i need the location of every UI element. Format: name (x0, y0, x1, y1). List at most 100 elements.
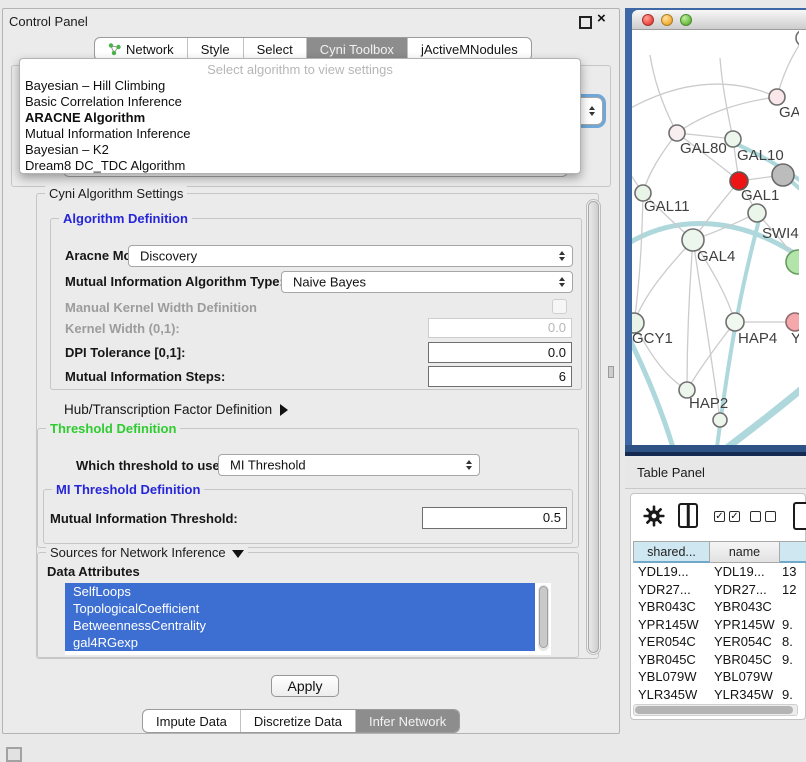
attribute-item-gal4rgexp[interactable]: gal4RGexp (65, 634, 535, 651)
node-gal10[interactable] (725, 131, 741, 147)
node-swi4[interactable] (748, 204, 766, 222)
mi-type-value: Naive Bayes (293, 275, 366, 290)
table-scrollbar-thumb[interactable] (635, 706, 793, 714)
dropdown-item-mutual-information[interactable]: Mutual Information Inference (20, 126, 580, 142)
table-row[interactable]: YDR27... YDR27... 12 (631, 581, 805, 599)
column-layout-icon[interactable] (678, 503, 698, 528)
settings-scrollbar-thumb[interactable] (588, 201, 599, 653)
hub-section-label: Hub/Transcription Factor Definition (64, 402, 272, 417)
attribute-item-betweennesscentrality[interactable]: BetweennessCentrality (65, 617, 535, 634)
checked-checkbox-icon[interactable]: ✓ (729, 511, 740, 522)
edge (643, 133, 677, 193)
node-partial-top[interactable] (796, 30, 799, 46)
table-row[interactable]: YBL079W YBL079W (631, 668, 805, 686)
node-pink[interactable] (786, 313, 799, 331)
settings-scrollbar[interactable] (586, 199, 601, 655)
node-label: GAL (779, 104, 799, 121)
mi-type-combobox[interactable]: Naive Bayes (281, 271, 573, 293)
dpi-tolerance-field[interactable]: 0.0 (428, 342, 572, 363)
cell-shared: YER054C (638, 634, 708, 649)
cell-name: YBR045C (714, 652, 778, 667)
tab-infer-network[interactable]: Infer Network (355, 710, 459, 732)
kernel-width-field[interactable]: 0.0 (428, 318, 572, 338)
document-icon[interactable] (793, 502, 806, 530)
table-row[interactable]: YER054C YER054C 8. (631, 633, 805, 651)
tab-network[interactable]: Network (95, 38, 187, 60)
column-header-name[interactable]: name (710, 541, 780, 563)
close-icon[interactable]: × (597, 10, 606, 27)
collapsed-panel-icon[interactable] (6, 747, 22, 762)
dropdown-item-basic-correlation[interactable]: Basic Correlation Inference (20, 94, 580, 110)
tab-label: Cyni Toolbox (320, 42, 394, 57)
node-label: GAL10 (737, 147, 784, 164)
mi-threshold-field[interactable]: 0.5 (422, 507, 567, 529)
panel-splitter-grip[interactable] (608, 366, 614, 378)
network-frame-shadow (625, 452, 806, 456)
minimize-traffic-light-icon[interactable] (661, 14, 673, 26)
attributes-scrollbar-thumb[interactable] (539, 586, 548, 648)
gear-icon[interactable] (643, 505, 665, 527)
column-header-extra[interactable] (780, 541, 806, 563)
dropdown-item-bayesian-hill-climbing[interactable]: Bayesian – Hill Climbing (20, 78, 580, 94)
attribute-item-selfloops[interactable]: SelfLoops (65, 583, 535, 600)
tab-label: Impute Data (156, 714, 227, 729)
table-row[interactable]: YBR045C YBR045C 9. (631, 651, 805, 669)
dropdown-item-aracne[interactable]: ARACNE Algorithm (20, 110, 580, 126)
mi-steps-field[interactable]: 6 (428, 366, 572, 387)
tab-select[interactable]: Select (243, 38, 306, 60)
kernel-width-label: Kernel Width (0,1): (65, 321, 180, 336)
unchecked-checkbox-icon[interactable] (750, 511, 761, 522)
tab-discretize-data[interactable]: Discretize Data (240, 710, 355, 732)
sources-group: Sources for Network Inference Data Attri… (37, 552, 579, 658)
collapse-down-icon (232, 550, 244, 558)
node-partial-bottom[interactable] (713, 413, 727, 427)
tab-label: Discretize Data (254, 714, 342, 729)
table-row[interactable]: YDL19... YDL19... 13 (631, 563, 805, 581)
network-window-titlebar[interactable] (632, 10, 806, 30)
node-gray[interactable] (772, 164, 794, 186)
tab-impute-data[interactable]: Impute Data (143, 710, 240, 732)
table-horizontal-scrollbar[interactable] (633, 704, 798, 716)
which-threshold-combobox[interactable]: MI Threshold (218, 454, 480, 476)
float-window-icon[interactable] (579, 16, 592, 29)
node-green-large[interactable] (786, 250, 799, 274)
aracne-mode-combobox[interactable]: Discovery (128, 245, 573, 267)
tab-cyni-toolbox[interactable]: Cyni Toolbox (306, 38, 407, 60)
checked-checkbox-icon[interactable]: ✓ (714, 511, 725, 522)
cell-name: YDR27... (714, 582, 778, 597)
unchecked-checkbox-icon[interactable] (765, 511, 776, 522)
node-gal2[interactable] (769, 89, 785, 105)
threshold-definition-title: Threshold Definition (46, 421, 180, 436)
manual-kernel-checkbox[interactable] (552, 299, 567, 314)
edge (687, 240, 693, 390)
node-gal80[interactable] (669, 125, 685, 141)
column-header-shared[interactable]: shared... (633, 541, 710, 563)
cyni-algorithm-settings-group: Cyni Algorithm Settings Algorithm Defini… (36, 193, 599, 659)
algorithm-definition-group: Algorithm Definition Aracne Mode: Discov… (50, 218, 582, 390)
table-row[interactable]: YBR043C YBR043C (631, 598, 805, 616)
hub-section-toggle[interactable]: Hub/Transcription Factor Definition (64, 402, 288, 417)
close-traffic-light-icon[interactable] (642, 14, 654, 26)
tab-jactivemnodules[interactable]: jActiveMNodules (407, 38, 531, 60)
attribute-item-topologicalcoefficient[interactable]: TopologicalCoefficient (65, 600, 535, 617)
sources-title[interactable]: Sources for Network Inference (46, 545, 248, 560)
data-attributes-list: SelfLoops TopologicalCoefficient Between… (65, 583, 551, 655)
cell-shared: YDR27... (638, 582, 708, 597)
attributes-scrollbar[interactable] (538, 585, 549, 651)
cell-shared: YBR045C (638, 652, 708, 667)
tab-label: Style (201, 42, 230, 57)
cell-shared: YDL19... (638, 564, 708, 579)
bottom-tabs: Impute Data Discretize Data Infer Networ… (142, 709, 460, 733)
table-row[interactable]: YLR345W YLR345W 9. (631, 686, 805, 704)
tab-style[interactable]: Style (187, 38, 243, 60)
network-canvas[interactable]: GAL GAL80 GAL10 GAL1 GAL11 SWI4 GAL4 GCY… (632, 30, 799, 445)
zoom-traffic-light-icon[interactable] (680, 14, 692, 26)
table-panel-titlebar: Table Panel (625, 458, 806, 489)
table-row[interactable]: YPR145W YPR145W 9. (631, 616, 805, 634)
dropdown-item-dream8[interactable]: Dream8 DC_TDC Algorithm (20, 158, 580, 174)
node-label: GAL11 (644, 198, 690, 215)
dropdown-item-bayesian-k2[interactable]: Bayesian – K2 (20, 142, 580, 158)
node-label: Y (791, 330, 799, 347)
node-hap4[interactable] (726, 313, 744, 331)
apply-button[interactable]: Apply (271, 675, 339, 697)
